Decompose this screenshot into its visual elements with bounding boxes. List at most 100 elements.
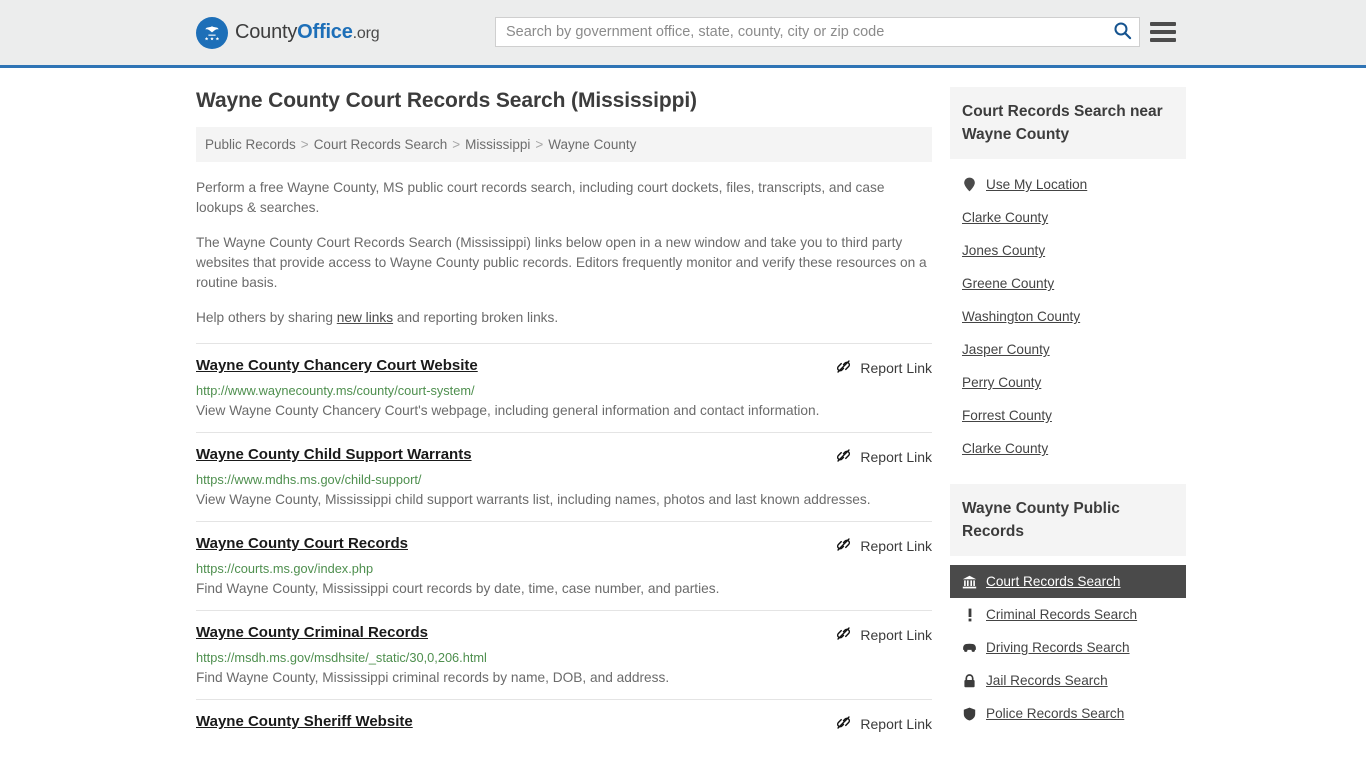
sidebar: Court Records Search near Wayne County U… <box>950 68 1186 745</box>
list-item: Use My Location <box>950 168 1186 201</box>
search-bar[interactable] <box>495 17 1140 47</box>
result-item: Wayne County Court Records Report Link h… <box>196 521 932 610</box>
intro-paragraph-3-after: and reporting broken links. <box>393 310 559 325</box>
list-item: Police Records Search <box>950 697 1186 730</box>
sidebar-item-forrest-county[interactable]: Forrest County <box>950 399 1186 432</box>
report-link-button[interactable]: Report Link <box>835 625 932 645</box>
search-button[interactable] <box>1105 18 1139 46</box>
report-link-button[interactable]: Report Link <box>835 714 932 734</box>
breadcrumb: Public Records > Court Records Search > Miss… <box>196 127 932 162</box>
main-column: Wayne County Court Records Search (Missi… <box>196 68 932 745</box>
breadcrumb-separator: > <box>535 137 544 152</box>
new-links-link[interactable]: new links <box>337 310 393 325</box>
sidebar-item-label: Greene County <box>962 276 1055 291</box>
car-icon <box>962 640 977 655</box>
hamburger-menu-icon[interactable] <box>1150 18 1176 46</box>
sidebar-item-label: Driving Records Search <box>986 640 1130 655</box>
sidebar-nearby-list: Use My Location Clarke County Jones Coun… <box>950 168 1186 465</box>
result-description: Find Wayne County, Mississippi court rec… <box>196 581 720 596</box>
search-icon <box>1113 21 1132 43</box>
sidebar-item-police-records-search[interactable]: Police Records Search <box>950 697 1186 730</box>
report-link-button[interactable]: Report Link <box>835 536 932 556</box>
logo-text-org: .org <box>352 25 380 42</box>
site-logo[interactable]: CountyOffice.org <box>196 16 380 49</box>
result-item: Wayne County Child Support Warrants Repo… <box>196 432 932 521</box>
page-title: Wayne County Court Records Search (Missi… <box>196 89 697 112</box>
breadcrumb-item-court-records-search[interactable]: Court Records Search <box>314 137 448 152</box>
sidebar-item-criminal-records-search[interactable]: Criminal Records Search <box>950 598 1186 631</box>
sidebar-item-washington-county[interactable]: Washington County <box>950 300 1186 333</box>
intro-paragraph-2: The Wayne County Court Records Search (M… <box>196 235 927 290</box>
site-logo-text: CountyOffice.org <box>235 21 380 44</box>
sidebar-item-label: Forrest County <box>962 408 1052 423</box>
site-header: CountyOffice.org <box>0 0 1366 68</box>
result-title-link[interactable]: Wayne County Sheriff Website <box>196 713 413 730</box>
report-link-label: Report Link <box>860 360 932 376</box>
result-item: Wayne County Sheriff Website Report Link <box>196 699 932 745</box>
sidebar-item-use-my-location[interactable]: Use My Location <box>950 168 1186 201</box>
breadcrumb-item-public-records[interactable]: Public Records <box>205 137 296 152</box>
result-item: Wayne County Criminal Records Report Lin… <box>196 610 932 699</box>
breadcrumb-separator: > <box>452 137 461 152</box>
broken-link-icon <box>835 358 852 378</box>
list-item: Driving Records Search <box>950 631 1186 664</box>
sidebar-item-perry-county[interactable]: Perry County <box>950 366 1186 399</box>
list-item: Perry County <box>950 366 1186 399</box>
list-item: Criminal Records Search <box>950 598 1186 631</box>
sidebar-public-records-heading: Wayne County Public Records <box>950 484 1186 556</box>
list-item: Jones County <box>950 234 1186 267</box>
broken-link-icon <box>835 625 852 645</box>
broken-link-icon <box>835 447 852 467</box>
sidebar-item-label: Court Records Search <box>986 574 1121 589</box>
report-link-label: Report Link <box>860 716 932 732</box>
report-link-button[interactable]: Report Link <box>835 447 932 467</box>
broken-link-icon <box>835 536 852 556</box>
intro-paragraph-1: Perform a free Wayne County, MS public c… <box>196 180 885 215</box>
search-input[interactable] <box>496 18 1105 46</box>
result-url: https://msdh.ms.gov/msdhsite/_static/30,… <box>196 650 487 665</box>
exclamation-icon <box>962 607 977 622</box>
list-item: Forrest County <box>950 399 1186 432</box>
sidebar-item-jones-county[interactable]: Jones County <box>950 234 1186 267</box>
result-url: https://www.mdhs.ms.gov/child-support/ <box>196 472 422 487</box>
report-link-label: Report Link <box>860 627 932 643</box>
list-item: Clarke County <box>950 432 1186 465</box>
sidebar-item-clarke-county-2[interactable]: Clarke County <box>950 432 1186 465</box>
result-title-link[interactable]: Wayne County Child Support Warrants <box>196 446 472 463</box>
result-description: Find Wayne County, Mississippi criminal … <box>196 670 670 685</box>
result-title-link[interactable]: Wayne County Court Records <box>196 535 408 552</box>
report-link-label: Report Link <box>860 449 932 465</box>
page-body: Wayne County Court Records Search (Missi… <box>0 68 1366 745</box>
sidebar-item-jasper-county[interactable]: Jasper County <box>950 333 1186 366</box>
sidebar-item-label: Perry County <box>962 375 1042 390</box>
sidebar-item-driving-records-search[interactable]: Driving Records Search <box>950 631 1186 664</box>
sidebar-item-label: Jasper County <box>962 342 1050 357</box>
result-description: View Wayne County, Mississippi child sup… <box>196 492 871 507</box>
breadcrumb-item-mississippi[interactable]: Mississippi <box>465 137 530 152</box>
list-item: Washington County <box>950 300 1186 333</box>
sidebar-item-greene-county[interactable]: Greene County <box>950 267 1186 300</box>
result-title-link[interactable]: Wayne County Criminal Records <box>196 624 428 641</box>
sidebar-item-clarke-county[interactable]: Clarke County <box>950 201 1186 234</box>
result-url: https://courts.ms.gov/index.php <box>196 561 374 576</box>
location-pin-icon <box>962 177 977 192</box>
sidebar-item-label: Clarke County <box>962 210 1049 225</box>
breadcrumb-item-wayne-county[interactable]: Wayne County <box>548 137 636 152</box>
sidebar-item-label: Jones County <box>962 243 1046 258</box>
list-item: Jail Records Search <box>950 664 1186 697</box>
sidebar-item-label: Clarke County <box>962 441 1049 456</box>
report-link-label: Report Link <box>860 538 932 554</box>
logo-text-county: County <box>235 21 298 43</box>
list-item: Greene County <box>950 267 1186 300</box>
sidebar-item-court-records-search[interactable]: Court Records Search <box>950 565 1186 598</box>
sidebar-item-label: Criminal Records Search <box>986 607 1138 622</box>
result-url: http://www.waynecounty.ms/county/court-s… <box>196 383 475 398</box>
lock-icon <box>962 673 977 688</box>
result-title-link[interactable]: Wayne County Chancery Court Website <box>196 357 478 374</box>
sidebar-item-jail-records-search[interactable]: Jail Records Search <box>950 664 1186 697</box>
logo-text-office: Office <box>297 21 353 43</box>
list-item: Clarke County <box>950 201 1186 234</box>
eagle-seal-icon <box>196 16 228 49</box>
report-link-button[interactable]: Report Link <box>835 358 932 378</box>
courthouse-icon <box>962 574 977 589</box>
